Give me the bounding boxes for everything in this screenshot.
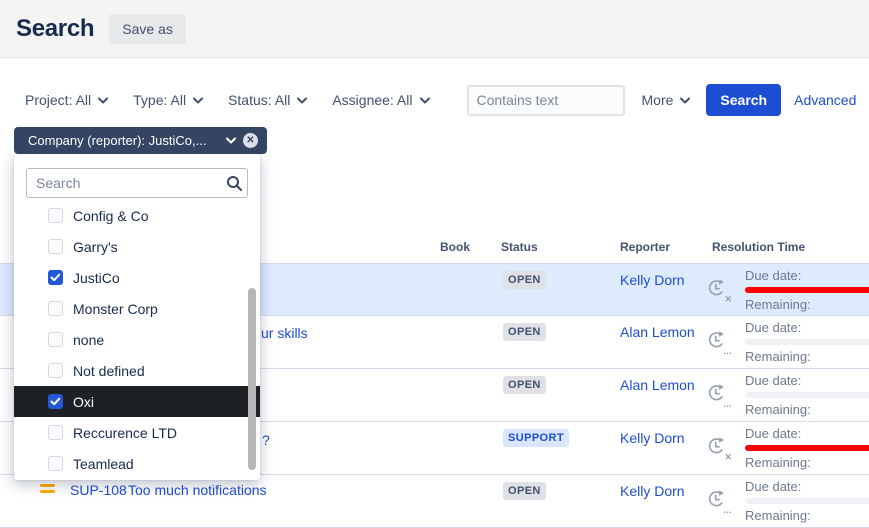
company-option-label: JustiCo [73,270,120,286]
company-option-label: Garry's [73,239,118,255]
company-option-label: Oxi [73,394,94,410]
status-badge: OPEN [503,271,546,289]
checkbox[interactable] [48,239,63,254]
issue-key-link[interactable]: SUP-108 [70,482,127,498]
summary-fragment-link[interactable]: ur skills [261,325,308,341]
reporter-link[interactable]: Alan Lemon [620,324,695,340]
resolution-bar [745,445,869,451]
clock-x-icon: ✕ [705,435,731,461]
company-option-monster-corp[interactable]: Monster Corp [14,293,260,324]
remaining-label: Remaining: [745,508,869,524]
company-option-reccurence-ltd[interactable]: Reccurence LTD [14,417,260,448]
company-filter-dropdown: Config & Co Garry's JustiCo Monster Corp… [14,154,260,480]
column-header-resolution-time: Resolution Time [712,240,805,254]
remove-filter-icon[interactable]: ✕ [243,133,258,148]
checkbox[interactable] [48,394,63,409]
status-badge: OPEN [503,376,546,394]
status-badge: OPEN [503,323,546,341]
checkbox[interactable] [48,332,63,347]
company-filter-chip-label: Company (reporter): JustiCo,... [28,133,222,148]
filter-dropdowns: Project: All Type: All Status: All Assig… [25,92,455,108]
due-date-label: Due date: [745,268,869,284]
remaining-label: Remaining: [745,455,869,471]
due-date-label: Due date: [745,320,869,336]
company-filter-chip[interactable]: Company (reporter): JustiCo,... ✕ [14,127,267,154]
chevron-down-icon [297,97,307,104]
due-date-label: Due date: [745,426,869,442]
chevron-down-icon [98,97,108,104]
resolution-time-cell: Due date: Remaining: [745,422,869,471]
remaining-label: Remaining: [745,402,869,418]
resolution-time-cell: Due date: Remaining: [745,264,869,313]
remaining-label: Remaining: [745,349,869,365]
scrollbar-thumb[interactable] [248,288,256,470]
company-option-not-defined[interactable]: Not defined [14,355,260,386]
table-row: SUP-108 Too much notifications OPEN Kell… [0,475,869,528]
company-option-oxi[interactable]: Oxi [14,386,260,417]
reporter-link[interactable]: Kelly Dorn [620,430,685,446]
company-option-label: none [73,332,104,348]
advanced-link[interactable]: Advanced [794,92,856,108]
clock-dots-icon: … [705,329,731,355]
filter-dropdown-assignee[interactable]: Assignee: All [332,92,429,108]
resolution-time-cell: Due date: Remaining: [745,316,869,365]
resolution-bar [745,498,869,504]
chevron-down-icon [193,97,203,104]
resolution-bar [745,392,869,398]
chevron-down-icon [680,97,690,104]
filter-dropdown-project[interactable]: Project: All [25,92,108,108]
resolution-time-cell: Due date: Remaining: [745,369,869,418]
checkbox[interactable] [48,363,63,378]
chevron-down-icon [420,97,430,104]
clock-x-icon: ✕ [705,277,731,303]
checkbox[interactable] [48,456,63,471]
filter-dropdown-type[interactable]: Type: All [133,92,203,108]
company-option-garry-s[interactable]: Garry's [14,231,260,262]
clock-dots-icon: … [705,488,731,514]
company-option-teamlead[interactable]: Teamlead [14,448,260,479]
reporter-link[interactable]: Kelly Dorn [620,483,685,499]
checkbox[interactable] [48,425,63,440]
checkbox[interactable] [48,301,63,316]
search-button[interactable]: Search [706,84,781,116]
filter-dropdown-status[interactable]: Status: All [228,92,307,108]
reporter-link[interactable]: Kelly Dorn [620,272,685,288]
checkbox[interactable] [48,208,63,223]
chevron-down-icon [226,137,236,144]
remaining-label: Remaining: [745,297,869,313]
due-date-label: Due date: [745,373,869,389]
status-badge: OPEN [503,482,546,500]
column-header-book: Book [440,240,470,254]
checkbox[interactable] [48,270,63,285]
company-option-none[interactable]: none [14,324,260,355]
page-header: Search Save as [0,0,869,58]
priority-medium-icon [40,484,55,496]
summary-fragment-link[interactable]: ? [262,432,270,448]
status-badge: SUPPORT [503,429,569,447]
company-option-label: Not defined [73,363,145,379]
company-options-list: Config & Co Garry's JustiCo Monster Corp… [14,200,260,479]
resolution-bar [745,287,869,293]
issue-summary-link[interactable]: Too much notifications [128,482,267,498]
filter-search-input[interactable] [26,168,248,198]
contains-text-input[interactable] [467,85,625,116]
column-header-status: Status [501,240,538,254]
company-option-label: Monster Corp [73,301,158,317]
reporter-link[interactable]: Alan Lemon [620,377,695,393]
due-date-label: Due date: [745,479,869,495]
more-dropdown[interactable]: More [642,92,691,108]
company-option-justico[interactable]: JustiCo [14,262,260,293]
save-as-button[interactable]: Save as [109,14,186,44]
company-option-label: Teamlead [73,456,134,472]
column-header-reporter: Reporter [620,240,670,254]
resolution-time-cell: Due date: Remaining: [745,475,869,524]
more-label: More [642,92,674,108]
filter-bar: Project: All Type: All Status: All Assig… [25,84,856,116]
clock-dots-icon: … [705,382,731,408]
resolution-bar [745,339,869,345]
company-option-label: Config & Co [73,208,148,224]
company-option-label: Reccurence LTD [73,425,177,441]
company-option-config-co[interactable]: Config & Co [14,200,260,231]
page-title: Search [16,15,94,43]
